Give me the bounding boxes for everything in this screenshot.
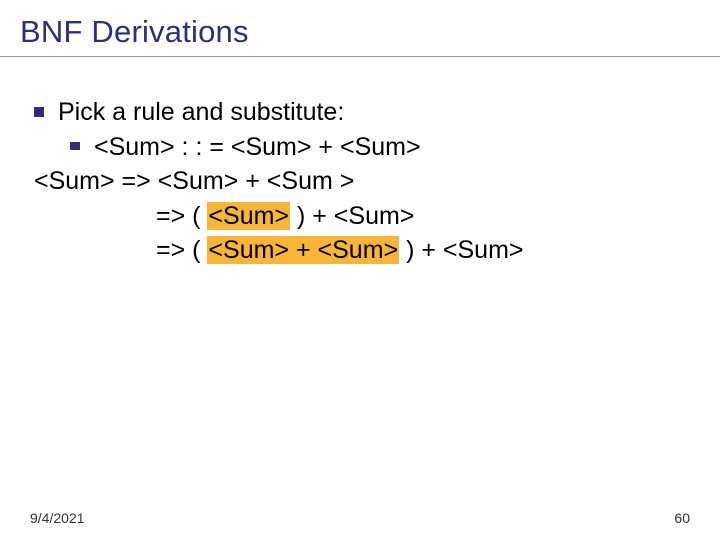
footer-date: 9/4/2021 xyxy=(30,510,85,526)
derivation-line: => ( <Sum> + <Sum> ) + <Sum> xyxy=(34,233,690,268)
derivation-text: ) + <Sum> xyxy=(399,236,523,264)
derivation-block: <Sum> => <Sum> + <Sum > => ( <Sum> ) + <… xyxy=(34,164,690,268)
bullet-icon xyxy=(70,142,80,150)
footer-page-number: 60 xyxy=(674,510,690,526)
derivation-line: <Sum> => <Sum> + <Sum > xyxy=(34,164,690,199)
derivation-text: ) + <Sum> xyxy=(290,202,414,230)
derivation-text: => ( xyxy=(156,202,207,230)
slide-content: Pick a rule and substitute: <Sum> : : = … xyxy=(0,57,720,268)
bullet-text: <Sum> : : = <Sum> + <Sum> xyxy=(94,130,421,165)
bullet-item-2: <Sum> : : = <Sum> + <Sum> xyxy=(34,130,690,165)
slide-title: BNF Derivations xyxy=(0,0,720,57)
slide-footer: 9/4/2021 60 xyxy=(0,510,720,526)
bullet-text: Pick a rule and substitute: xyxy=(58,95,344,130)
bullet-item-1: Pick a rule and substitute: xyxy=(34,95,690,130)
derivation-line: => ( <Sum> ) + <Sum> xyxy=(34,199,690,234)
highlight: <Sum> xyxy=(207,202,290,230)
bullet-icon xyxy=(34,107,44,117)
derivation-text: => ( xyxy=(156,236,207,264)
slide: BNF Derivations Pick a rule and substitu… xyxy=(0,0,720,540)
highlight: <Sum> + <Sum> xyxy=(207,236,399,264)
